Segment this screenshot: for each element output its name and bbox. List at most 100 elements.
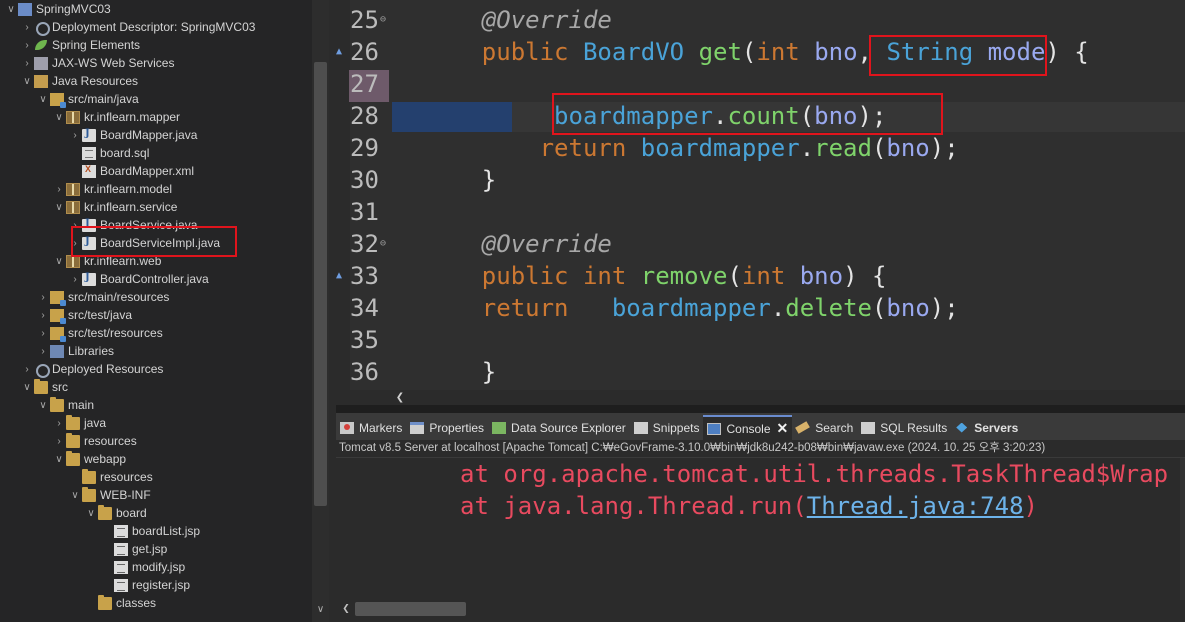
tree-item[interactable]: ∨ main	[36, 396, 94, 414]
tab-label: SQL Results	[880, 420, 948, 435]
editor-horizontal-scrollbar[interactable]	[392, 390, 1185, 405]
tree-item[interactable]: resources	[68, 468, 153, 486]
code-token: read	[814, 134, 872, 162]
tree-item[interactable]: › Deployed Resources	[20, 360, 163, 378]
code-line[interactable]: 32 ⊖ @Override	[336, 228, 1185, 260]
chevron-down-icon[interactable]: ∨	[68, 490, 82, 501]
code-line[interactable]: 36 }	[336, 356, 1185, 388]
tree-item[interactable]: ∨ kr.inflearn.service	[52, 198, 177, 216]
chevron-down-icon[interactable]: ∨	[36, 94, 50, 105]
chevron-down-icon[interactable]: ∨	[4, 4, 18, 15]
code-line[interactable]: 25 ⊖ @Override	[336, 4, 1185, 36]
tree-item[interactable]: get.jsp	[100, 540, 167, 558]
override-marker-icon: ▲	[336, 46, 343, 57]
chevron-down-icon[interactable]: ∨	[20, 76, 34, 87]
code-line[interactable]: 26 ▲ public BoardVO get(int bno, String m…	[336, 36, 1185, 68]
chevron-right-icon[interactable]: ›	[68, 130, 82, 141]
panel-divider[interactable]	[336, 405, 1185, 413]
scroll-down-arrow-icon[interactable]: ∨	[313, 602, 328, 618]
console-output[interactable]: at org.apache.tomcat.util.threads.TaskTh…	[336, 458, 1185, 600]
chevron-right-icon[interactable]: ›	[52, 184, 66, 195]
stacktrace-link[interactable]: Thread.java:748	[807, 492, 1024, 520]
code-line[interactable]: 34 return boardmapper.delete(bno);	[336, 292, 1185, 324]
fold-toggle-icon[interactable]: ⊖	[380, 228, 390, 260]
tree-item[interactable]: modify.jsp	[100, 558, 185, 576]
tab-markers[interactable]: Markers	[336, 415, 406, 440]
tab-properties[interactable]: Properties	[406, 415, 488, 440]
tree-item[interactable]: boardList.jsp	[100, 522, 200, 540]
tree-item[interactable]: › JAX-WS Web Services	[20, 54, 174, 72]
tree-item[interactable]: board.sql	[68, 144, 149, 162]
tree-item[interactable]: ∨ Java Resources	[20, 72, 138, 90]
fold-toggle-icon[interactable]: ⊖	[380, 4, 390, 36]
chevron-right-icon[interactable]: ›	[36, 310, 50, 321]
tree-item[interactable]: › Libraries	[36, 342, 114, 360]
chevron-right-icon[interactable]: ›	[20, 22, 34, 33]
explorer-scrollbar-thumb[interactable]	[314, 62, 327, 506]
chevron-down-icon[interactable]: ∨	[52, 112, 66, 123]
chevron-down-icon[interactable]: ∨	[20, 382, 34, 393]
tab-snippets[interactable]: Snippets	[630, 415, 704, 440]
code-line[interactable]: 31	[336, 196, 1185, 228]
search-icon	[796, 422, 810, 434]
tree-item[interactable]: › src/test/resources	[36, 324, 163, 342]
code-token: );	[929, 294, 959, 322]
tree-item[interactable]: › resources	[52, 432, 137, 450]
chevron-right-icon[interactable]: ›	[20, 364, 34, 375]
tree-item[interactable]: › BoardMapper.java	[68, 126, 197, 144]
annotation-highlight-box	[869, 35, 1047, 76]
chevron-right-icon[interactable]: ›	[36, 346, 50, 357]
close-icon[interactable]: ✕	[777, 420, 789, 437]
tree-item[interactable]: › src/main/resources	[36, 288, 169, 306]
code-line[interactable]: 30 }	[336, 164, 1185, 196]
tree-item[interactable]: classes	[84, 594, 156, 612]
folder-icon	[98, 594, 112, 610]
chevron-right-icon[interactable]: ›	[36, 292, 50, 303]
scroll-left-arrow-icon[interactable]: ❮	[393, 390, 407, 405]
tree-item[interactable]: › BoardController.java	[68, 270, 208, 288]
chevron-right-icon[interactable]: ›	[68, 274, 82, 285]
code-token: bno	[799, 262, 844, 290]
chevron-right-icon[interactable]: ›	[36, 328, 50, 339]
chevron-down-icon[interactable]: ∨	[84, 508, 98, 519]
chevron-right-icon[interactable]: ›	[20, 58, 34, 69]
tab-console[interactable]: Console ✕	[703, 415, 793, 440]
tree-item-label: resources	[100, 470, 153, 484]
folder-icon	[98, 504, 112, 520]
java-file-icon	[82, 128, 96, 142]
chevron-down-icon[interactable]: ∨	[52, 202, 66, 213]
tab-search[interactable]: Search	[792, 415, 857, 440]
scroll-left-arrow-icon[interactable]: ❮	[339, 602, 353, 616]
code-line[interactable]: 35	[336, 324, 1185, 356]
tab-sql-results[interactable]: SQL Results	[857, 415, 951, 440]
chevron-right-icon[interactable]: ›	[52, 418, 66, 429]
tree-item[interactable]: ∨ SpringMVC03	[4, 0, 110, 18]
tree-item[interactable]: › src/test/java	[36, 306, 132, 324]
tab-servers[interactable]: Servers	[951, 415, 1022, 440]
chevron-right-icon[interactable]: ›	[52, 436, 66, 447]
chevron-down-icon[interactable]: ∨	[52, 256, 66, 267]
code-line[interactable]: 33 ▲ public int remove(int bno) {	[336, 260, 1185, 292]
tree-item[interactable]: register.jsp	[100, 576, 190, 594]
tree-item[interactable]: BoardMapper.xml	[68, 162, 194, 180]
console-vertical-scrollbar[interactable]	[1180, 458, 1185, 600]
sql-results-icon	[861, 421, 876, 434]
chevron-down-icon[interactable]: ∨	[36, 400, 50, 411]
tree-item[interactable]: › Spring Elements	[20, 36, 140, 54]
tree-item[interactable]: ∨ kr.inflearn.mapper	[52, 108, 180, 126]
tree-item[interactable]: ∨ board	[84, 504, 147, 522]
tree-item[interactable]: › kr.inflearn.model	[52, 180, 172, 198]
chevron-down-icon[interactable]: ∨	[52, 454, 66, 465]
tree-item[interactable]: › Deployment Descriptor: SpringMVC03	[20, 18, 255, 36]
code-line[interactable]: 29 return boardmapper.read(bno);	[336, 132, 1185, 164]
console-scrollbar-thumb[interactable]	[355, 602, 466, 616]
tree-item[interactable]: › java	[52, 414, 106, 432]
tree-item[interactable]: ∨ src/main/java	[36, 90, 139, 108]
tree-item[interactable]: ∨ WEB-INF	[68, 486, 151, 504]
tab-data-source-explorer[interactable]: Data Source Explorer	[488, 415, 630, 440]
tree-item[interactable]: ∨ src	[20, 378, 68, 396]
chevron-right-icon[interactable]: ›	[20, 40, 34, 51]
tree-item[interactable]: ∨ webapp	[52, 450, 126, 468]
